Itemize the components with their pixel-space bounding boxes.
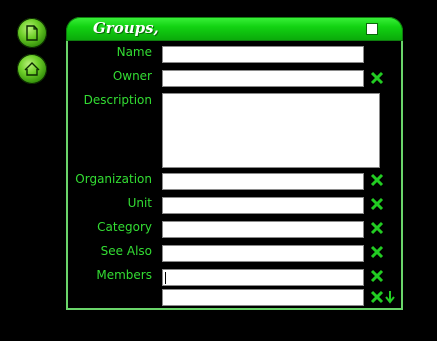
unit-field[interactable] xyxy=(162,197,364,214)
home-button[interactable] xyxy=(17,54,47,84)
see-also-label: See Also xyxy=(100,244,152,258)
category-field[interactable] xyxy=(162,221,364,238)
name-field[interactable] xyxy=(162,46,364,63)
category-remove-icon[interactable] xyxy=(370,221,384,235)
form-body: Name Owner Description Organization Unit… xyxy=(66,41,403,310)
add-arrow-icon[interactable] xyxy=(384,290,396,304)
unit-label: Unit xyxy=(127,196,152,210)
description-field[interactable] xyxy=(162,93,380,168)
see-also-field[interactable] xyxy=(162,245,364,262)
members-field[interactable] xyxy=(162,269,364,286)
members-label: Members xyxy=(96,268,152,282)
category-label: Category xyxy=(97,220,152,234)
unit-remove-icon[interactable] xyxy=(370,197,384,211)
document-icon xyxy=(26,25,38,41)
owner-remove-icon[interactable] xyxy=(370,71,384,85)
window-titlebar: Groups, xyxy=(66,17,403,41)
new-document-button[interactable] xyxy=(17,18,47,48)
owner-label: Owner xyxy=(112,69,152,83)
house-icon xyxy=(24,62,40,76)
members-extra-remove-icon[interactable] xyxy=(370,290,384,304)
owner-field[interactable] xyxy=(162,70,364,87)
organization-label: Organization xyxy=(75,172,152,186)
members-extra-field[interactable] xyxy=(162,289,364,306)
groups-panel: Groups, Name Owner Description Organizat… xyxy=(66,17,403,310)
description-label: Description xyxy=(83,93,152,107)
window-checkbox[interactable] xyxy=(366,23,378,35)
organization-field[interactable] xyxy=(162,173,364,190)
window-title: Groups, xyxy=(93,19,159,37)
name-label: Name xyxy=(116,45,152,59)
organization-remove-icon[interactable] xyxy=(370,173,384,187)
see-also-remove-icon[interactable] xyxy=(370,245,384,259)
members-remove-icon[interactable] xyxy=(370,269,384,283)
